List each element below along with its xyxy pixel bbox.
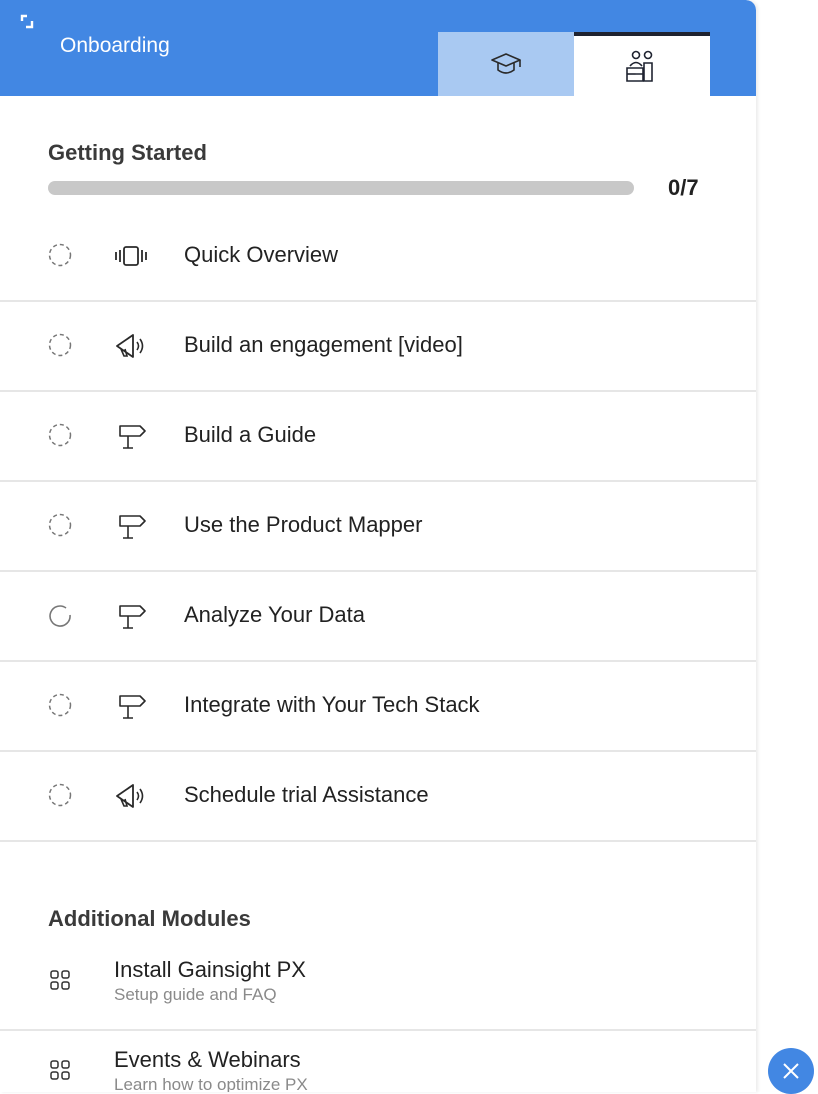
tab-learning[interactable]: [438, 32, 574, 96]
panel-title: Onboarding: [60, 34, 170, 57]
onboarding-panel: Onboarding Getting Started 0/7 Quick Ove…: [0, 0, 756, 1092]
divider: [0, 1029, 756, 1031]
checklist-item-label: Analyze Your Data: [184, 602, 366, 627]
checklist-item-quick-overview[interactable]: Quick Overview: [0, 210, 756, 302]
signpost-icon: [119, 605, 146, 629]
megaphone-icon: [116, 334, 144, 358]
checklist-item-label: Build a Guide: [184, 422, 317, 447]
not-started-status-icon: [48, 423, 72, 447]
graduation-cap-icon: [491, 53, 521, 74]
module-grid-icon: [50, 970, 70, 990]
additional-modules-title: Additional Modules: [48, 906, 251, 931]
checklist-item-label: Schedule trial Assistance: [184, 782, 429, 807]
checklist-item-build-engagement[interactable]: Build an engagement [video]: [0, 300, 756, 392]
megaphone-icon: [116, 784, 144, 808]
checklist-item-schedule-trial-assistance[interactable]: Schedule trial Assistance: [0, 750, 756, 842]
checklist-item-product-mapper[interactable]: Use the Product Mapper: [0, 480, 756, 572]
checklist-item-label: Integrate with Your Tech Stack: [184, 692, 480, 717]
signpost-icon: [119, 515, 146, 539]
tab-people[interactable]: [574, 32, 710, 96]
close-button[interactable]: [768, 1048, 814, 1094]
module-subtitle: Setup guide and FAQ: [114, 985, 277, 1004]
close-icon: [783, 1063, 799, 1079]
checklist-item-analyze-data[interactable]: Analyze Your Data: [0, 570, 756, 662]
module-install-gainsight-px[interactable]: Install Gainsight PX Setup guide and FAQ: [0, 955, 756, 1029]
people-icon: [626, 50, 653, 82]
progress-count: 0/7: [668, 175, 699, 200]
in-progress-status-icon: [49, 605, 71, 627]
not-started-status-icon: [48, 513, 72, 537]
checklist-item-label: Use the Product Mapper: [184, 512, 423, 537]
module-title: Events & Webinars: [114, 1047, 301, 1072]
not-started-status-icon: [48, 783, 72, 807]
not-started-status-icon: [48, 333, 72, 357]
module-title: Install Gainsight PX: [114, 957, 306, 982]
getting-started-title: Getting Started: [48, 140, 207, 165]
panel-header: Onboarding: [0, 0, 756, 96]
checklist-item-label: Quick Overview: [184, 242, 339, 267]
not-started-status-icon: [48, 693, 72, 717]
checklist-item-integrate-tech-stack[interactable]: Integrate with Your Tech Stack: [0, 660, 756, 752]
module-subtitle: Learn how to optimize PX: [114, 1075, 308, 1092]
module-grid-icon: [50, 1060, 70, 1080]
signpost-icon: [119, 425, 146, 449]
collapse-icon[interactable]: [20, 14, 36, 30]
not-started-status-icon: [48, 243, 72, 267]
signpost-icon: [119, 695, 146, 719]
checklist-item-build-guide[interactable]: Build a Guide: [0, 390, 756, 482]
progress-bar: [48, 181, 634, 195]
module-events-webinars[interactable]: Events & Webinars Learn how to optimize …: [0, 1045, 756, 1092]
slideshow-icon: [115, 246, 147, 266]
checklist-item-label: Build an engagement [video]: [184, 332, 463, 357]
